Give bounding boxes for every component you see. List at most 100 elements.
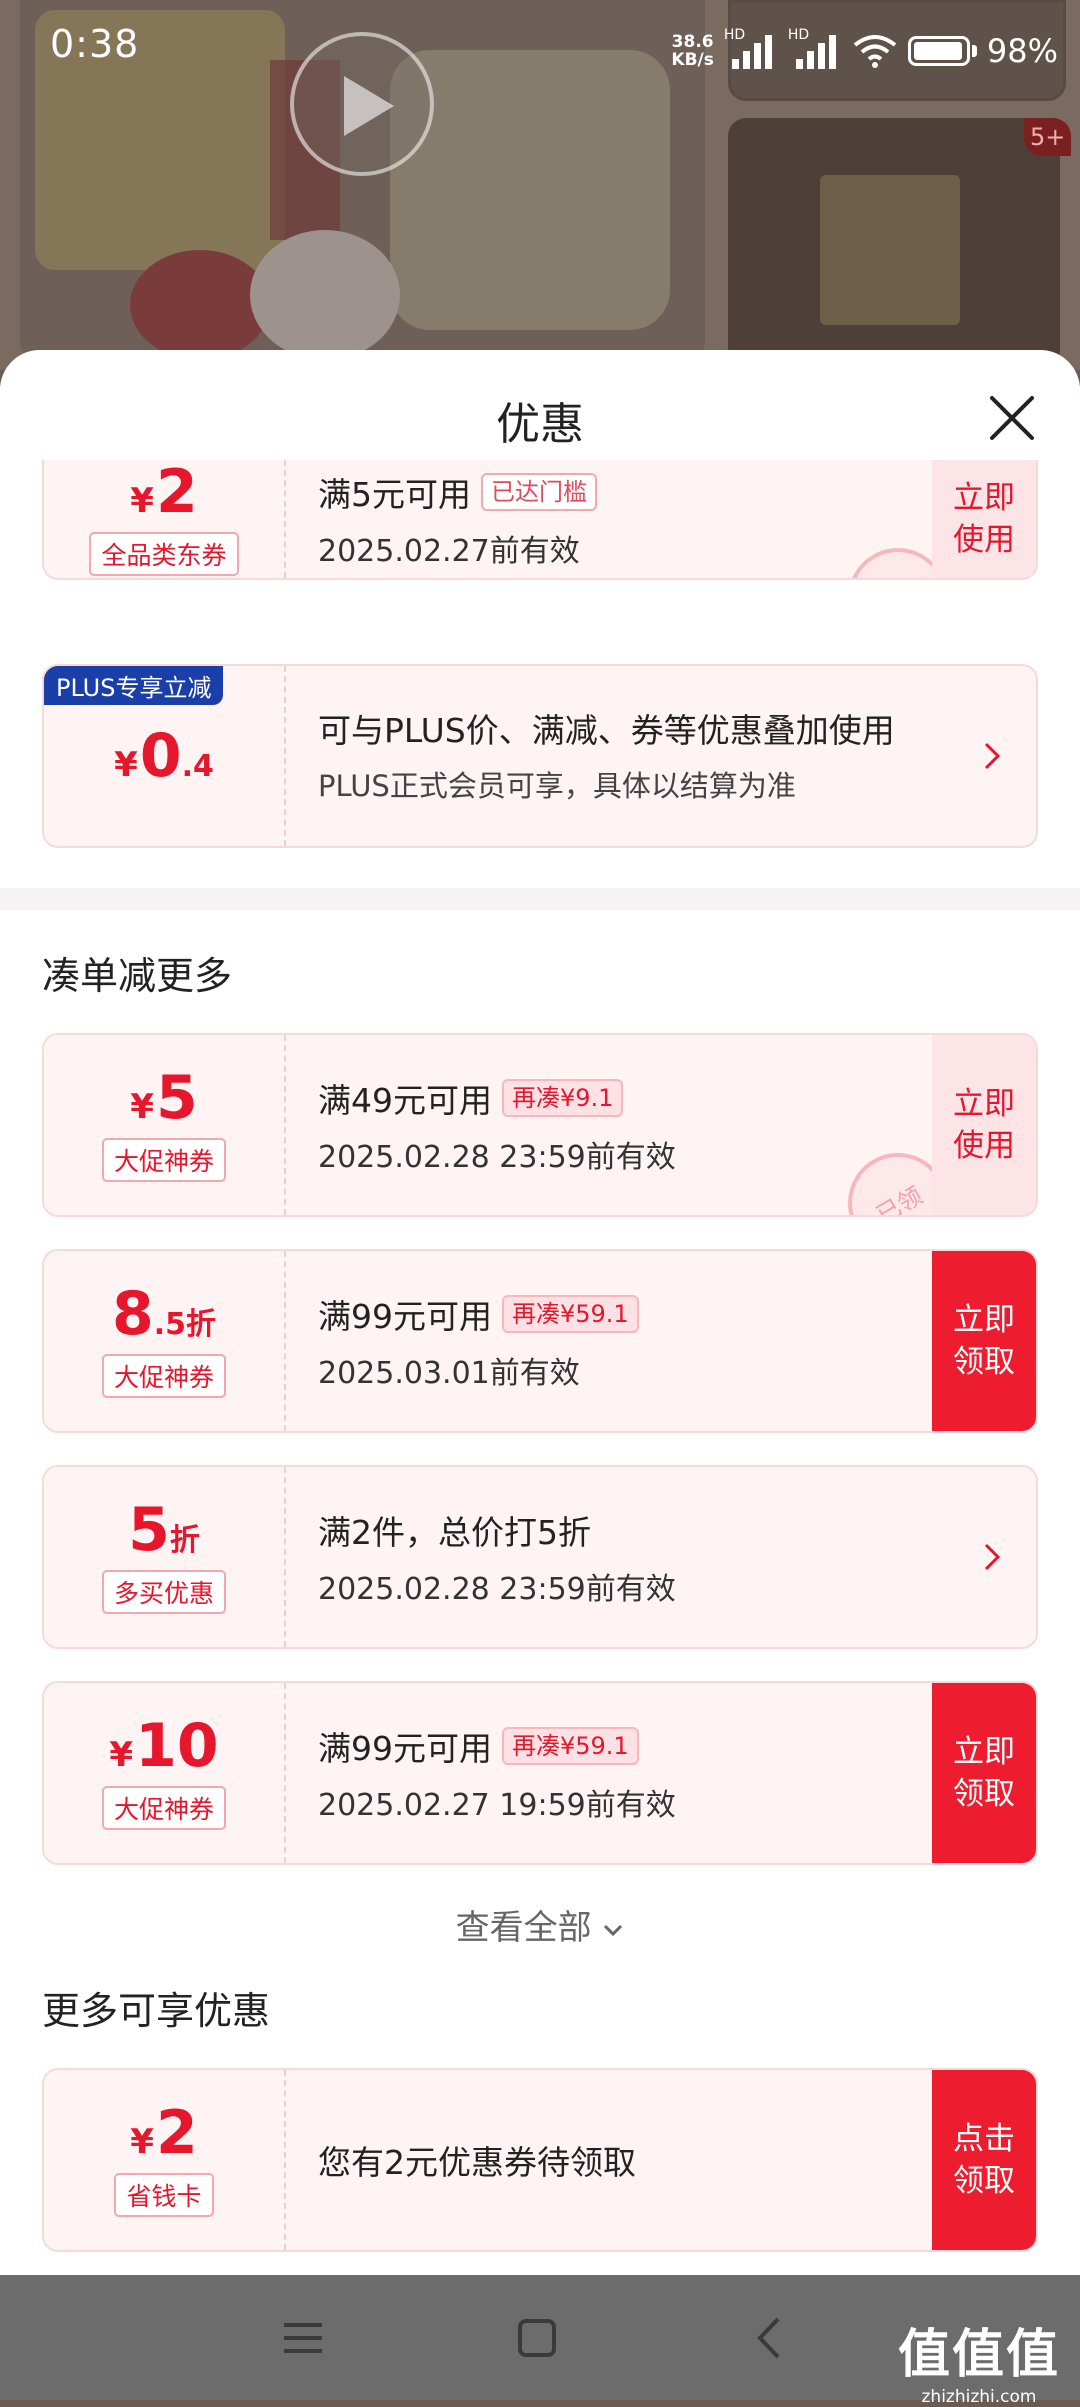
coupon-card-85-discount[interactable]: 8.5 折 大促神券 满99元可用 再凑¥59.1 2025.03.01前有效 立…	[42, 1249, 1038, 1433]
amount-unit: 折	[186, 1307, 217, 1342]
currency-symbol: ¥	[130, 481, 154, 521]
network-speed: 38.6 KB/s	[671, 33, 713, 69]
coupon-details: 满49元可用 再凑¥9.1 2025.02.28 23:59前有效	[318, 1035, 916, 1215]
plus-discount-value: ¥0.4	[44, 666, 286, 846]
coupon-condition: 满99元可用 再凑¥59.1	[318, 1290, 916, 1338]
condition-text: 满5元可用	[318, 475, 471, 514]
back-icon	[757, 2317, 780, 2359]
signal-hd-label-2: HD	[787, 27, 810, 43]
coupon-condition: 满2件，总价打5折	[318, 1506, 916, 1554]
plus-eligibility-text: PLUS正式会员可享，具体以结算为准	[318, 769, 796, 803]
add-more-badge: 再凑¥59.1	[502, 1295, 639, 1333]
condition-text: 满49元可用	[318, 1081, 492, 1120]
see-all-label: 查看全部	[455, 1908, 592, 1948]
multi-buy-discount-card[interactable]: 5折 多买优惠 满2件，总价打5折 2025.02.28 23:59前有效	[42, 1465, 1038, 1649]
action-line-2: 领取	[953, 2163, 1015, 2199]
coupon-card-jd[interactable]: ¥2 全品类东券 满5元可用 已达门槛 2025.02.27前有效 已领 立即使…	[42, 460, 1038, 580]
menu-button[interactable]	[278, 2313, 328, 2363]
coupon-type-tag: 大促神券	[101, 1354, 226, 1398]
add-more-badge: 再凑¥59.1	[502, 1727, 639, 1765]
amount-decimal: .5	[153, 1307, 187, 1342]
action-line-2: 领取	[953, 1776, 1015, 1812]
home-button[interactable]	[512, 2313, 562, 2363]
amount-value: 5	[155, 1063, 198, 1133]
coupon-type-tag: 省钱卡	[114, 2173, 214, 2217]
condition-text: 满99元可用	[318, 1729, 492, 1768]
site-watermark: 值值值 zhizhizhi.com	[898, 2312, 1060, 2407]
see-all-link[interactable]: 查看全部	[0, 1900, 1080, 1949]
coupon-value: ¥2 全品类东券	[44, 460, 286, 578]
status-time: 0:38	[50, 22, 140, 66]
claim-now-button[interactable]: 立即 领取	[932, 1251, 1036, 1431]
coupon-value: 8.5 折 大促神券	[44, 1251, 286, 1431]
coupon-card-5yuan[interactable]: ¥5 大促神券 满49元可用 再凑¥9.1 2025.02.28 23:59前有…	[42, 1033, 1038, 1217]
amount-unit: 折	[169, 1523, 200, 1558]
action-line-1: 立即	[953, 1086, 1015, 1122]
signal-hd-label: HD	[723, 27, 746, 43]
coupon-details: 满99元可用 再凑¥59.1 2025.03.01前有效	[318, 1251, 916, 1431]
coupon-type-tag: 全品类东券	[89, 532, 239, 576]
sheet-title: 优惠	[496, 399, 584, 450]
coupon-details: 满5元可用 已达门槛 2025.02.27前有效	[318, 460, 916, 578]
coupon-validity: 2025.02.28 23:59前有效	[318, 1572, 676, 1607]
plus-stack-text: 可与PLUS价、满减、券等优惠叠加使用	[318, 711, 895, 750]
product-image-red-pastry	[130, 250, 270, 360]
action-line-2: 领取	[953, 1344, 1015, 1380]
amount-value: 2	[155, 460, 198, 527]
close-button[interactable]	[984, 390, 1040, 446]
currency-symbol: ¥	[114, 745, 138, 785]
amount-decimal: .4	[181, 749, 214, 784]
amount-integer: 0	[139, 721, 182, 791]
click-to-claim-button[interactable]: 点击 领取	[932, 2070, 1036, 2250]
coupon-details: 满2件，总价打5折 2025.02.28 23:59前有效	[318, 1467, 916, 1647]
section-divider	[0, 888, 1080, 910]
chevron-right-icon	[984, 1543, 1001, 1571]
savings-card-text: 您有2元优惠券待领取	[318, 2143, 636, 2182]
coupon-amount: 5折	[128, 1500, 200, 1560]
battery-icon	[907, 36, 970, 66]
watermark-url: zhizhizhi.com	[921, 2387, 1037, 2407]
status-bar: 0:38 38.6 KB/s HD HD 98%	[0, 0, 1080, 100]
menu-icon	[284, 2323, 322, 2353]
signal-strength-icon: HD	[724, 27, 778, 71]
coupon-type-tag: 大促神券	[101, 1786, 226, 1830]
savings-card-coupon[interactable]: ¥2 省钱卡 您有2元优惠券待领取 点击领取	[42, 2068, 1038, 2252]
currency-symbol: ¥	[130, 2122, 154, 2162]
coupon-validity: 2025.02.27 19:59前有效	[318, 1788, 676, 1823]
network-speed-value: 38.6	[671, 32, 714, 52]
coupon-details: 您有2元优惠券待领取	[318, 2070, 916, 2250]
threshold-reached-badge: 已达门槛	[481, 473, 597, 511]
chevron-right-icon	[984, 742, 1001, 770]
back-button[interactable]	[746, 2313, 796, 2363]
coupon-amount: ¥2	[130, 2103, 197, 2163]
coupon-amount: ¥10	[109, 1716, 218, 1776]
condition-text: 满99元可用	[318, 1297, 492, 1336]
amount-integer: 8	[111, 1279, 154, 1349]
coupon-condition: 满49元可用 再凑¥9.1	[318, 1074, 916, 1122]
use-now-button[interactable]: 立即 使用	[932, 460, 1036, 578]
action-line-1: 立即	[953, 1734, 1015, 1770]
thumbnail-count-badge: 5+	[1024, 118, 1072, 156]
action-line-1: 立即	[953, 1302, 1015, 1338]
coupon-card-10yuan[interactable]: ¥10 大促神券 满99元可用 再凑¥59.1 2025.02.27 19:59…	[42, 1681, 1038, 1865]
close-icon	[990, 396, 1034, 440]
coupon-validity: 2025.02.28 23:59前有效	[318, 1140, 676, 1175]
amount-value: 2	[155, 2098, 198, 2168]
coupon-amount: ¥5	[130, 1068, 197, 1128]
amount-integer: 5	[128, 1495, 170, 1565]
coupon-type-tag: 多买优惠	[101, 1570, 226, 1614]
amount-value: 10	[135, 1711, 219, 1781]
status-icons: 38.6 KB/s HD HD 98%	[671, 26, 1058, 76]
claim-now-button[interactable]: 立即 领取	[932, 1683, 1036, 1863]
condition-text: 满2件，总价打5折	[318, 1513, 591, 1552]
plus-discount-card[interactable]: PLUS专享立减 ¥0.4 可与PLUS价、满减、券等优惠叠加使用 PLUS正式…	[42, 664, 1038, 848]
action-line-1: 点击	[953, 2121, 1015, 2157]
battery-cap	[971, 45, 977, 57]
product-image-flower-pastry	[250, 230, 400, 360]
plus-discount-details: 可与PLUS价、满减、券等优惠叠加使用 PLUS正式会员可享，具体以结算为准	[318, 666, 946, 846]
use-now-button[interactable]: 立即 使用	[932, 1035, 1036, 1215]
battery-percent: 98%	[986, 32, 1058, 70]
action-line-1: 立即	[953, 480, 1015, 516]
coupon-amount: 8.5 折	[112, 1284, 216, 1344]
action-line-2: 使用	[953, 522, 1015, 558]
